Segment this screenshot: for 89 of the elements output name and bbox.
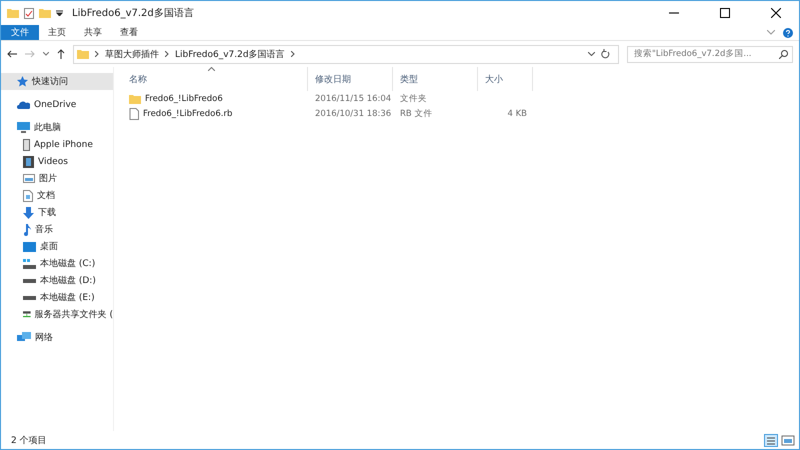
cloud-icon — [17, 100, 30, 108]
sidebar-item-label: OneDrive — [34, 100, 76, 110]
file-name[interactable]: Fredo6_!LibFredo6 — [145, 94, 223, 104]
drive-icon — [23, 295, 36, 300]
forward-arrow-icon — [25, 50, 35, 58]
chevron-down-icon — [588, 52, 595, 56]
file-type: RB 文件 — [400, 108, 432, 120]
chevron-down-icon — [43, 52, 49, 56]
search-field[interactable]: 搜索"LibFredo6_v7.2d多国... — [627, 46, 793, 62]
sidebar-item[interactable]: 音乐 — [1, 221, 113, 238]
down-arrow-icon — [23, 206, 34, 218]
ribbon-tab[interactable]: 文件 — [1, 25, 39, 40]
refresh-icon — [601, 49, 610, 59]
column-header[interactable]: 类型 — [393, 67, 478, 91]
folder-icon — [129, 94, 141, 104]
picture-icon — [23, 174, 35, 183]
column-header[interactable]: 名称 — [122, 67, 308, 91]
maximize-icon — [720, 8, 730, 18]
film-icon — [23, 156, 34, 168]
ribbon-tab[interactable]: 共享 — [75, 25, 111, 40]
sidebar-item-label: 此电脑 — [34, 122, 61, 134]
chevron-right-icon — [290, 51, 295, 57]
column-header[interactable]: 大小 — [478, 67, 533, 91]
sidebar-item[interactable]: 网络 — [1, 329, 113, 346]
sidebar-item[interactable]: Videos — [1, 153, 113, 170]
sidebar-item-label: Videos — [38, 156, 68, 166]
star-icon — [17, 76, 28, 87]
sidebar-item[interactable]: Apple iPhone — [1, 136, 113, 153]
address-bar[interactable]: 草图大师插件 LibFredo6_v7.2d多国语言 — [73, 44, 619, 64]
checklist-icon — [24, 8, 34, 18]
close-icon — [771, 8, 781, 18]
file-name[interactable]: Fredo6_!LibFredo6.rb — [143, 108, 232, 118]
sidebar-item-label: 文档 — [37, 190, 55, 202]
computer-icon — [17, 122, 30, 133]
document-icon — [23, 190, 33, 202]
modified-date: 2016/10/31 18:36 — [315, 108, 392, 118]
ribbon-tab[interactable]: 查看 — [111, 25, 147, 40]
help-icon — [783, 28, 793, 38]
sidebar-item[interactable]: 本地磁盘 (E:) — [1, 289, 113, 306]
expand-chevron-icon — [767, 30, 775, 35]
ribbon-tab[interactable]: 主页 — [39, 25, 75, 40]
breadcrumb[interactable]: 草图大师插件 — [105, 48, 159, 60]
sidebar-item-label: 音乐 — [35, 224, 53, 236]
sidebar-item-label: 本地磁盘 (D:) — [40, 274, 96, 287]
chevron-right-icon — [165, 51, 169, 57]
sidebar-item-label: 下载 — [38, 206, 56, 219]
details-view-icon — [764, 434, 778, 446]
drive-icon — [23, 278, 36, 283]
sidebar-item-label: 图片 — [39, 172, 57, 185]
dropdown-icon — [56, 10, 63, 16]
search-icon — [779, 50, 788, 58]
back-arrow-icon — [7, 50, 17, 58]
modified-date: 2016/11/15 16:04 — [315, 94, 392, 104]
sidebar-item-label: 桌面 — [40, 240, 58, 253]
sidebar-item[interactable]: 文档 — [1, 187, 113, 204]
network-drive-icon — [23, 309, 31, 320]
sidebar-item[interactable]: 本地磁盘 (C:) — [1, 255, 113, 272]
file-size: 4 KB — [507, 108, 527, 118]
sidebar-item[interactable]: 桌面 — [1, 238, 113, 255]
sidebar-item[interactable]: 快速访问 — [1, 73, 113, 90]
drive-icon — [23, 258, 36, 268]
large-icons-view-icon — [781, 434, 795, 446]
desktop-icon — [23, 242, 36, 252]
sidebar-item[interactable]: 服务器共享文件夹 ( — [1, 306, 113, 323]
sidebar-item-label: Apple iPhone — [34, 140, 93, 150]
file-icon — [129, 108, 139, 120]
column-header[interactable]: 修改日期 — [308, 67, 393, 91]
sidebar-item-label: 本地磁盘 (E:) — [40, 292, 95, 304]
sidebar-item[interactable]: 本地磁盘 (D:) — [1, 272, 113, 289]
file-type: 文件夹 — [400, 92, 427, 104]
chevron-right-icon — [95, 51, 99, 57]
window-title: LibFredo6_v7.2d多国语言 — [72, 6, 195, 20]
breadcrumb[interactable]: LibFredo6_v7.2d多国语言 — [175, 48, 285, 60]
folder-icon — [77, 49, 89, 59]
phone-icon — [23, 138, 30, 150]
folder-icon — [7, 8, 19, 18]
sidebar-item[interactable]: 图片 — [1, 170, 113, 187]
sidebar-item-label: 快速访问 — [32, 76, 68, 88]
sidebar-item[interactable]: OneDrive — [1, 96, 113, 113]
music-note-icon — [23, 224, 31, 236]
status-text: 2 个项目 — [11, 434, 47, 446]
sidebar-item[interactable]: 此电脑 — [1, 119, 113, 136]
sidebar-item-label: 网络 — [35, 332, 53, 344]
folder-icon — [39, 8, 51, 18]
up-arrow-icon — [57, 49, 65, 59]
sidebar-item-label: 本地磁盘 (C:) — [40, 258, 96, 270]
network-icon — [17, 332, 31, 343]
sidebar-item[interactable]: 下载 — [1, 204, 113, 221]
sidebar-item-label: 服务器共享文件夹 ( — [34, 308, 113, 321]
